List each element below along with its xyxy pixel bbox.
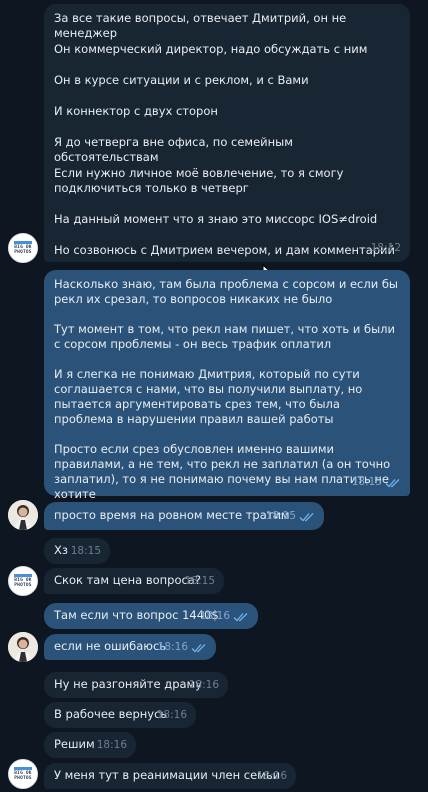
message-text: На данный момент что я знаю это миссорс … [54,212,378,226]
message-outgoing[interactable]: Насколько знаю, там была проблема с сорс… [44,270,410,501]
message-text: За все такие вопросы, отвечает Дмитрий, … [54,11,347,40]
double-check-icon [233,612,248,621]
message-outgoing[interactable]: если не ошибаюсь 18:16 [44,634,216,660]
logo-text-2: PHOTOS [14,250,32,255]
sender-avatar-logo[interactable]: BIG OK PHOTOS [8,233,38,263]
double-check-icon [385,478,400,487]
message-time: 18:15 [265,510,296,522]
message-text: Он коммерческий директор, надо обсуждать… [54,42,368,56]
chat-history[interactable]: За все такие вопросы, отвечает Дмитрий, … [0,0,428,792]
message-incoming[interactable]: Хз 18:15 [44,538,110,564]
logo-bar-icon [14,767,32,770]
message-incoming[interactable]: В рабочее вернусь 18:16 [44,702,196,728]
double-check-icon [299,512,314,521]
message-time: 18:15 [70,545,101,557]
message-time: 18:16 [96,739,127,751]
message-incoming[interactable]: Скок там цена вопроса? 18:15 [44,568,224,594]
message-meta: 18:15 [71,544,101,559]
message-text: Просто если срез обусловлен именно вашим… [54,442,391,501]
sender-avatar-logo[interactable]: BIG OK PHOTOS [8,566,38,596]
message-time: 18:16 [157,641,188,653]
message-text: Он в курсе ситуации и с реклом, и с Вами [54,73,309,87]
message-time: 18:15 [351,476,382,488]
message-meta: 18:16 [200,609,249,624]
message-time: 18:16 [199,610,230,622]
message-text: Насколько знаю, там была проблема с сорс… [54,277,398,306]
message-time: 18:12 [370,242,401,254]
message-incoming[interactable]: Ну не разгоняйте драму 18:16 [44,672,228,698]
message-outgoing[interactable]: Там если что вопрос 1440$ 18:16 [44,603,258,629]
logo-bar-icon [14,574,32,577]
message-text: У меня тут в реанимации член семьи [54,768,281,782]
message-time: 18:16 [156,709,187,721]
message-text: И я слегка не понимаю Дмитрия, который п… [54,367,363,426]
logo-text-2: PHOTOS [14,583,32,588]
sender-avatar-photo[interactable] [8,632,38,662]
logo-text-2: PHOTOS [14,776,32,781]
double-check-icon [191,643,206,652]
sender-avatar-logo[interactable]: BIG OK PHOTOS [8,759,38,789]
message-meta: 18:15 [266,509,315,524]
message-text: Если нужно личное моё вовлечение, то я с… [54,166,344,195]
person-photo-icon [8,500,38,530]
message-meta: 18:15 [352,475,401,490]
message-time: 18:15 [184,575,215,587]
message-meta: 18:16 [157,708,187,723]
message-text: Я до четверга вне офиса, по семейным обс… [54,135,293,164]
message-incoming[interactable]: За все такие вопросы, отвечает Дмитрий, … [44,4,410,262]
logo-bar-icon [14,241,32,244]
message-meta: 18:16 [257,769,287,784]
message-text: Но созвонюсь с Дмитрием вечером, и дам к… [54,243,395,257]
message-meta: 18:16 [189,678,219,693]
message-meta: 18:16 [158,640,207,655]
sender-avatar-photo[interactable] [8,500,38,530]
message-outgoing[interactable]: просто время на ровном месте тратим 18:1… [44,502,324,530]
message-text: Тут момент в том, что рекл нам пишет, чт… [54,322,395,351]
message-incoming[interactable]: У меня тут в реанимации член семьи 18:16 [44,763,296,789]
message-time: 18:16 [256,770,287,782]
message-meta: 18:16 [97,738,127,753]
message-text: И коннектор с двух сторон [54,104,218,118]
message-meta: 18:12 [371,241,401,256]
person-photo-icon [8,632,38,662]
message-time: 18:16 [188,679,219,691]
message-meta: 18:15 [185,574,215,589]
message-incoming[interactable]: Решим 18:16 [44,732,136,758]
